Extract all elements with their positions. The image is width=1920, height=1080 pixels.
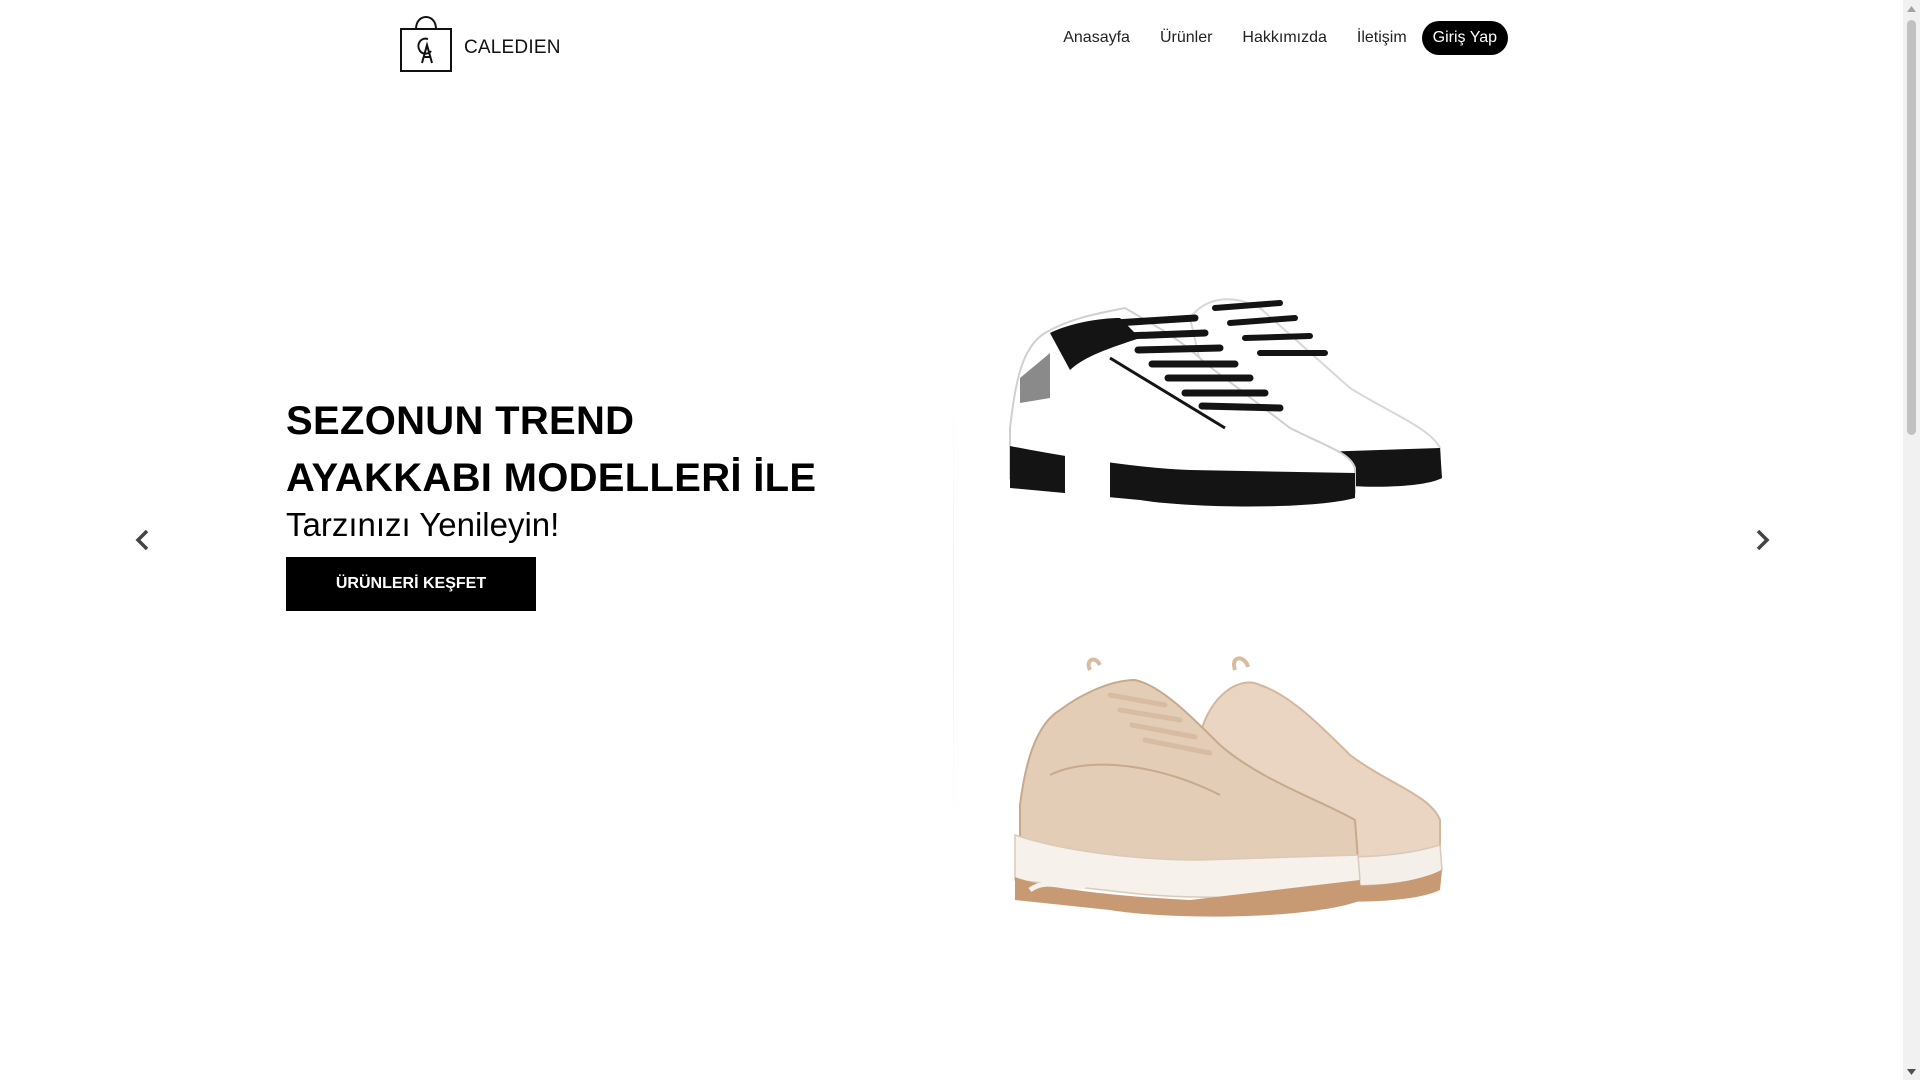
nav-link-about[interactable]: Hakkımızda — [1227, 21, 1341, 55]
scroll-down-arrow-icon[interactable] — [1903, 1063, 1920, 1080]
nav-link-products[interactable]: Ürünler — [1145, 21, 1227, 55]
carousel-next-button[interactable] — [1750, 526, 1774, 554]
brand-logo[interactable]: CALEDIEN — [398, 9, 561, 73]
chevron-right-icon — [1756, 529, 1770, 551]
hero-subtitle: Tarzınızı Yenileyin! — [286, 506, 560, 543]
scrollbar-thumb[interactable] — [1907, 20, 1916, 435]
brand-name: CALEDIEN — [464, 37, 561, 58]
shopping-bag-logo-icon — [400, 16, 452, 72]
main-navigation: Anasayfa Ürünler Hakkımızda İletişim Gir… — [1048, 21, 1508, 55]
nav-link-home[interactable]: Anasayfa — [1048, 21, 1145, 55]
beige-chunky-sneaker-image — [1014, 656, 1443, 917]
hero-section: SEZONUN TREND AYAKKABI MODELLERİ İLE Tar… — [286, 393, 846, 611]
carousel-prev-button[interactable] — [131, 526, 155, 554]
login-button[interactable]: Giriş Yap — [1421, 21, 1508, 55]
white-black-sneaker-image — [1009, 298, 1442, 507]
scroll-up-arrow-icon[interactable] — [1903, 0, 1920, 17]
hero-title-line1: SEZONUN TREND — [286, 399, 635, 443]
image-divider — [953, 380, 954, 840]
chevron-left-icon — [135, 529, 149, 551]
vertical-scrollbar[interactable] — [1903, 0, 1920, 1080]
explore-products-button[interactable]: ÜRÜNLERİ KEŞFET — [286, 557, 536, 611]
hero-title-line2: AYAKKABI MODELLERİ İLE — [286, 456, 817, 500]
page: CALEDIEN Anasayfa Ürünler Hakkımızda İle… — [0, 0, 1920, 1080]
nav-link-contact[interactable]: İletişim — [1342, 21, 1422, 55]
